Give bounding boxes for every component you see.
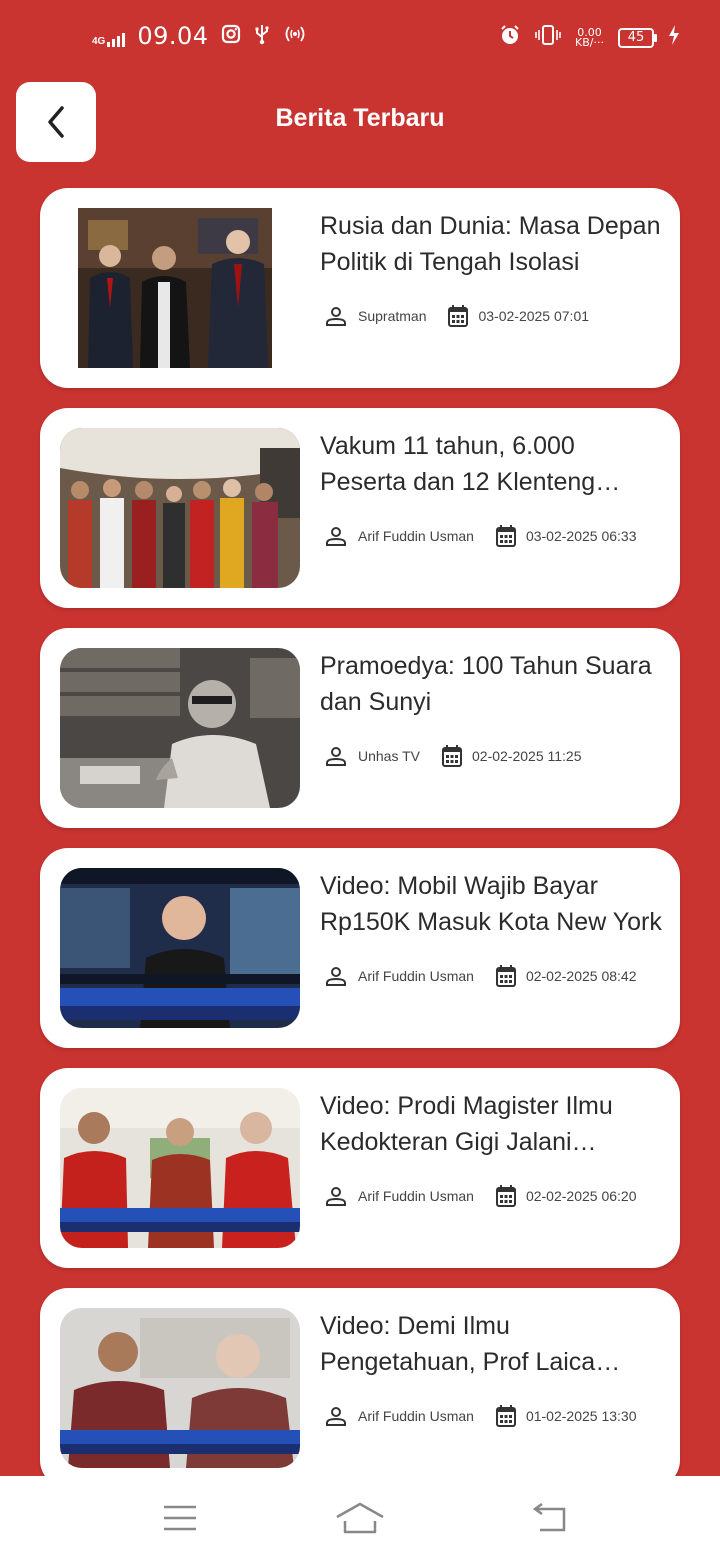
news-title[interactable]: Video: Demi Ilmu Pengetahuan, Prof Laica… bbox=[320, 1308, 662, 1380]
news-meta: Arif Fuddin Usman 03-02-2025 06:33 bbox=[324, 524, 636, 548]
alarm-icon bbox=[499, 24, 521, 51]
news-thumbnail bbox=[60, 1088, 300, 1248]
back-nav-button[interactable] bbox=[520, 1498, 580, 1538]
person-icon bbox=[326, 1187, 346, 1206]
news-list[interactable]: Rusia dan Dunia: Masa Depan Politik di T… bbox=[40, 188, 680, 1508]
news-author: Unhas TV bbox=[358, 748, 420, 764]
calendar-icon bbox=[495, 525, 516, 547]
news-meta: Unhas TV 02-02-2025 11:25 bbox=[324, 744, 582, 768]
network-speed: 0.00 KB/··· bbox=[575, 25, 604, 49]
signal-icon: 4G bbox=[92, 25, 126, 47]
news-author: Arif Fuddin Usman bbox=[358, 1188, 474, 1204]
battery-indicator: 45 bbox=[618, 27, 657, 48]
news-title[interactable]: Video: Mobil Wajib Bayar Rp150K Masuk Ko… bbox=[320, 868, 662, 940]
news-card[interactable]: Rusia dan Dunia: Masa Depan Politik di T… bbox=[40, 188, 680, 388]
home-icon bbox=[336, 1502, 384, 1534]
news-date: 02-02-2025 11:25 bbox=[472, 748, 582, 764]
vibrate-icon bbox=[535, 24, 561, 51]
news-thumbnail bbox=[60, 648, 300, 808]
news-author: Supratman bbox=[358, 308, 427, 324]
system-nav-bar bbox=[0, 1476, 720, 1560]
news-date: 01-02-2025 13:30 bbox=[525, 1408, 637, 1424]
page-title: Berita Terbaru bbox=[275, 104, 445, 132]
person-icon bbox=[326, 967, 346, 986]
status-bar: 4G 09.04 0.00 KB/··· 45 bbox=[0, 0, 720, 78]
news-thumbnail bbox=[60, 428, 300, 588]
news-card[interactable]: Video: Demi Ilmu Pengetahuan, Prof Laica… bbox=[40, 1288, 680, 1488]
news-meta: Arif Fuddin Usman 02-02-2025 06:20 bbox=[324, 1184, 636, 1208]
hotspot-icon bbox=[283, 24, 307, 49]
news-title[interactable]: Rusia dan Dunia: Masa Depan Politik di T… bbox=[320, 208, 662, 280]
person-icon bbox=[326, 527, 346, 546]
news-thumbnail bbox=[78, 208, 272, 368]
news-author: Arif Fuddin Usman bbox=[358, 1408, 474, 1424]
news-meta: Arif Fuddin Usman 01-02-2025 13:30 bbox=[324, 1404, 636, 1428]
news-title[interactable]: Pramoedya: 100 Tahun Suara dan Sunyi bbox=[320, 648, 662, 720]
news-date: 03-02-2025 06:33 bbox=[525, 528, 637, 544]
calendar-icon bbox=[448, 305, 469, 327]
news-title[interactable]: Video: Prodi Magister Ilmu Kedokteran Gi… bbox=[320, 1088, 662, 1160]
news-thumbnail bbox=[60, 868, 300, 1028]
news-author: Arif Fuddin Usman bbox=[358, 968, 474, 984]
calendar-icon bbox=[442, 745, 462, 767]
calendar-icon bbox=[495, 1185, 516, 1207]
news-card[interactable]: Video: Prodi Magister Ilmu Kedokteran Gi… bbox=[40, 1068, 680, 1268]
person-icon bbox=[326, 747, 346, 766]
person-icon bbox=[326, 1407, 346, 1426]
clock: 09.04 bbox=[137, 22, 209, 50]
home-button[interactable] bbox=[330, 1498, 390, 1538]
menu-button[interactable] bbox=[150, 1498, 210, 1538]
news-meta: Supratman 03-02-2025 07:01 bbox=[324, 304, 589, 328]
news-card[interactable]: Video: Mobil Wajib Bayar Rp150K Masuk Ko… bbox=[40, 848, 680, 1048]
news-date: 02-02-2025 08:42 bbox=[525, 968, 637, 984]
network-type: 4G bbox=[92, 36, 106, 47]
charging-icon bbox=[668, 25, 680, 50]
news-date: 02-02-2025 06:20 bbox=[525, 1188, 637, 1204]
news-date: 03-02-2025 07:01 bbox=[478, 308, 590, 324]
news-card[interactable]: Vakum 11 tahun, 6.000 Peserta dan 12 Kle… bbox=[40, 408, 680, 608]
news-meta: Arif Fuddin Usman 02-02-2025 08:42 bbox=[324, 964, 636, 988]
menu-icon bbox=[164, 1505, 196, 1531]
news-thumbnail bbox=[60, 1308, 300, 1468]
usb-icon bbox=[253, 23, 271, 50]
news-author: Arif Fuddin Usman bbox=[358, 528, 474, 544]
person-icon bbox=[326, 307, 346, 326]
calendar-icon bbox=[495, 965, 516, 987]
calendar-icon bbox=[495, 1405, 516, 1427]
return-icon bbox=[532, 1503, 566, 1532]
instagram-icon bbox=[221, 24, 241, 49]
news-card[interactable]: Pramoedya: 100 Tahun Suara dan Sunyi Unh… bbox=[40, 628, 680, 828]
news-title[interactable]: Vakum 11 tahun, 6.000 Peserta dan 12 Kle… bbox=[320, 428, 662, 500]
